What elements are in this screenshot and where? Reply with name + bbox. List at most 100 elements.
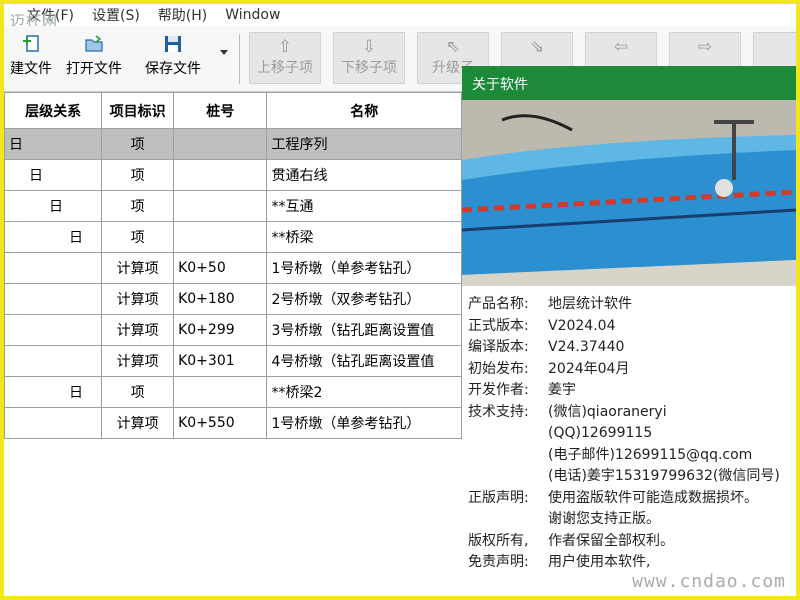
cell-level[interactable] [3, 252, 103, 284]
cell-item-type[interactable]: 计算项 [101, 283, 175, 315]
menu-bar: 迈杯网 文件(F) 设置(S) 帮助(H) Window [4, 4, 796, 30]
table-row[interactable]: 日项 贯通右线 [3, 159, 462, 191]
cell-station[interactable]: K0+301 [173, 345, 268, 377]
cell-item-type[interactable]: 计算项 [101, 345, 175, 377]
about-dialog-title: 关于软件 [462, 66, 796, 100]
table-row[interactable]: 日项 **互通 [3, 190, 462, 222]
cell-level[interactable]: 日 [3, 159, 103, 191]
cell-item-type[interactable]: 项 [101, 221, 175, 253]
about-info-value: V24.37440 [548, 339, 625, 355]
about-info-row: 谢谢您支持正版。 [468, 509, 798, 531]
about-info-value: 谢谢您支持正版。 [548, 511, 660, 527]
about-info-value: (电子邮件)12699115@qq.com [548, 446, 753, 463]
cell-name[interactable]: **互通 [266, 190, 462, 222]
cell-item-type[interactable]: 项 [101, 159, 175, 191]
table-row[interactable]: 计算项 K0+50 1号桥墩（单参考钻孔） [3, 252, 462, 284]
header-item-type[interactable]: 项目标识 [101, 92, 175, 129]
cell-name[interactable]: **桥梁 [266, 221, 462, 253]
cell-station[interactable]: K0+180 [173, 283, 268, 315]
cell-name[interactable]: 4号桥墩（钻孔距离设置值 [266, 345, 462, 377]
menu-settings[interactable]: 设置(S) [83, 5, 149, 25]
table-row[interactable]: 计算项 K0+550 1号桥墩（单参考钻孔） [3, 407, 462, 439]
cell-station[interactable]: K0+299 [173, 314, 268, 346]
about-info-value: (QQ)12699115 [548, 425, 653, 441]
open-file-label: 打开文件 [66, 61, 122, 77]
cell-item-type[interactable]: 计算项 [101, 252, 175, 284]
move-down-label: 下移子项 [341, 60, 397, 76]
table-row[interactable]: 日项 **桥梁2 [3, 376, 462, 408]
about-info-key: 技术支持: [468, 403, 529, 420]
project-table: 层级关系 项目标识 桩号 名称 日项工程序列日项贯通右线日项 **互通日项 **桥梁… [3, 92, 462, 439]
cell-name[interactable]: 工程序列 [266, 128, 462, 160]
about-info-value: V2024.04 [548, 317, 616, 334]
header-name[interactable]: 名称 [266, 92, 462, 129]
cell-station[interactable] [173, 159, 268, 191]
cell-name[interactable]: 1号桥墩（单参考钻孔） [266, 252, 462, 284]
cell-level[interactable]: 日 [3, 221, 103, 253]
about-info-row: 编译版本: V24.37440 [468, 337, 798, 359]
cell-station[interactable]: K0+50 [173, 252, 268, 284]
new-file-label: 建文件 [10, 61, 52, 77]
about-info-value: 地层统计软件 [548, 296, 632, 312]
about-info-row: 版权所有, 作者保留全部权利。 [468, 531, 798, 553]
cell-level[interactable] [3, 345, 103, 377]
cell-name[interactable]: 1号桥墩（单参考钻孔） [266, 407, 462, 439]
cell-station[interactable]: K0+550 [173, 407, 268, 439]
header-level[interactable]: 层级关系 [3, 92, 103, 129]
cell-item-type[interactable]: 项 [101, 128, 175, 160]
save-dropdown-icon[interactable] [220, 50, 228, 55]
about-info-panel: 产品名称: 地层统计软件 正式版本: V2024.04 编译版本: V24.37440 初始… [468, 294, 798, 574]
about-info-key [468, 509, 548, 531]
table-row[interactable]: 日项 工程序列 [3, 128, 462, 160]
cell-name[interactable]: 贯通右线 [266, 159, 462, 191]
open-file-button[interactable]: 打开文件 [62, 34, 126, 86]
about-info-value: (电话)姜宇15319799632(微信同号) [548, 468, 780, 484]
cell-item-type[interactable]: 计算项 [101, 407, 175, 439]
save-file-button[interactable]: 保存文件 [140, 34, 206, 86]
cell-station[interactable] [173, 221, 268, 253]
about-info-key: 产品名称: [468, 296, 529, 312]
header-station[interactable]: 桩号 [173, 92, 268, 129]
about-banner-image [462, 100, 796, 286]
cell-level[interactable]: 日 [3, 376, 103, 408]
about-info-value: 姜宇 [548, 382, 576, 398]
cell-level[interactable]: 日 [3, 190, 103, 222]
about-info-key: 开发作者: [468, 382, 529, 398]
table-header-row: 层级关系 项目标识 桩号 名称 [3, 92, 462, 129]
about-info-row: (电话)姜宇15319799632(微信同号) [468, 466, 798, 488]
cell-station[interactable] [173, 376, 268, 408]
cell-item-type[interactable]: 计算项 [101, 314, 175, 346]
arrow-right-icon: ⇨ [697, 37, 713, 57]
cell-item-type[interactable]: 项 [101, 190, 175, 222]
cell-station[interactable] [173, 128, 268, 160]
about-info-value: 作者保留全部权利。 [548, 532, 674, 549]
train-drawing-image [462, 100, 796, 286]
cell-name[interactable]: 2号桥墩（双参考钻孔） [266, 283, 462, 315]
cell-level[interactable] [3, 314, 103, 346]
cell-level[interactable] [3, 407, 103, 439]
about-info-key: 编译版本: [468, 339, 529, 355]
table-row[interactable]: 计算项 K0+299 3号桥墩（钻孔距离设置值 [3, 314, 462, 346]
new-file-button[interactable]: 建文件 [6, 34, 56, 86]
menu-window[interactable]: Window [216, 7, 289, 23]
data-grid: 层级关系 项目标识 桩号 名称 日项工程序列日项贯通右线日项 **互通日项 **桥梁… [3, 92, 462, 596]
cell-level[interactable] [3, 283, 103, 315]
move-up-button[interactable]: ⇧ 上移子项 [249, 32, 321, 84]
table-row[interactable]: 日项 **桥梁 [3, 221, 462, 253]
table-row[interactable]: 计算项 K0+180 2号桥墩（双参考钻孔） [3, 283, 462, 315]
menu-help[interactable]: 帮助(H) [149, 5, 216, 25]
open-folder-icon [85, 35, 103, 52]
cell-station[interactable] [173, 190, 268, 222]
cell-item-type[interactable]: 项 [101, 376, 175, 408]
about-info-key [468, 445, 548, 467]
new-file-icon [23, 35, 39, 52]
cell-name[interactable]: **桥梁2 [266, 376, 462, 408]
move-down-button[interactable]: ⇩ 下移子项 [333, 32, 405, 84]
arrow-downright-icon: ⇘ [529, 37, 545, 57]
table-row[interactable]: 计算项 K0+301 4号桥墩（钻孔距离设置值 [3, 345, 462, 377]
save-file-label: 保存文件 [145, 61, 201, 77]
about-info-key [468, 466, 548, 488]
cell-name[interactable]: 3号桥墩（钻孔距离设置值 [266, 314, 462, 346]
about-info-value: 2024年04月 [548, 360, 630, 377]
cell-level[interactable]: 日 [3, 128, 103, 160]
